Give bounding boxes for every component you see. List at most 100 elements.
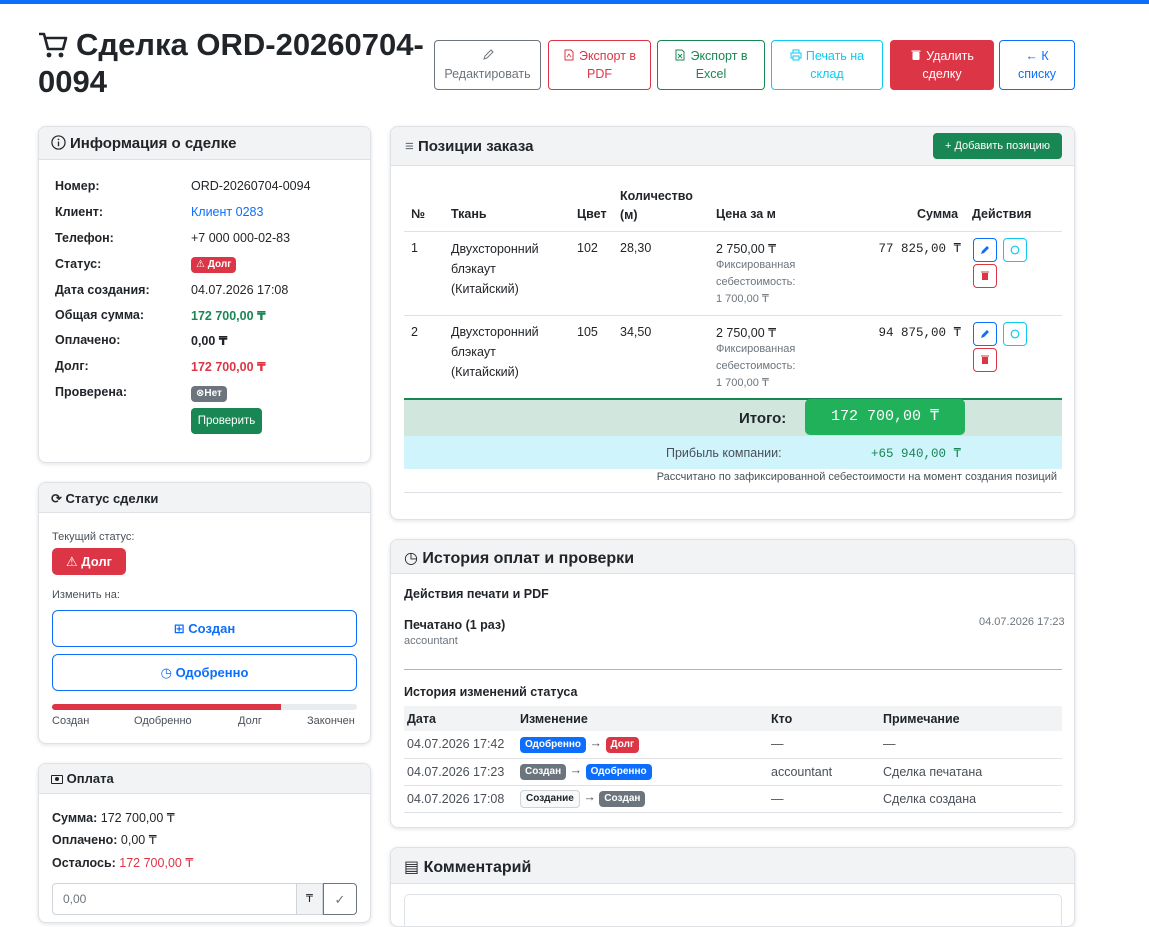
history-note: — (880, 731, 1062, 759)
delete-item-button[interactable] (973, 348, 997, 372)
status-option-approved[interactable]: ◷ Одобренно (52, 654, 357, 691)
top-accent-bar (0, 0, 1149, 4)
number-label: Номер: (55, 179, 100, 193)
export-pdf-button[interactable]: Экспорт в PDF (548, 40, 651, 90)
paid-label: Оплачено: (55, 333, 121, 347)
delete-item-button[interactable] (973, 264, 997, 288)
number-value: ORD-20260704-0094 (191, 179, 311, 193)
payment-left-row: Осталось: 172 700,00 ₸ (52, 855, 193, 870)
history-who: accountant (768, 758, 880, 786)
total-value: 172 700,00 ₸ (191, 309, 266, 323)
arrow-repeat-icon (1010, 245, 1020, 255)
status-progress-fill (52, 704, 281, 710)
chat-icon: ▤ (404, 859, 420, 876)
file-excel-icon (675, 49, 685, 61)
col-who: Кто (768, 706, 880, 731)
verified-badge-text: Нет (204, 388, 222, 399)
currency-addon: ₸ (297, 883, 323, 915)
export-excel-button[interactable]: Экспорт в Excel (657, 40, 765, 90)
from-status-badge: Создание (520, 789, 580, 808)
from-status-badge: Создан (520, 764, 567, 780)
verify-button-label: Проверить (197, 415, 256, 427)
edit-item-button[interactable] (973, 238, 997, 262)
status-history-title: История изменений статуса (404, 685, 578, 699)
list-icon: ≡ (405, 138, 414, 155)
client-label: Клиент: (55, 205, 104, 219)
table-row: 04.07.2026 17:23 Создан → Одобренно acco… (404, 758, 1062, 786)
replace-item-button[interactable] (1003, 322, 1027, 346)
pencil-icon (482, 49, 494, 60)
payment-paid-label: Оплачено: (52, 833, 118, 847)
table-row: 04.07.2026 17:42 Одобренно → Долг — — (404, 731, 1062, 759)
deal-info-card: Информация о сделке Номер: ORD-20260704-… (38, 126, 371, 463)
payment-left-value: 172 700,00 ₸ (119, 856, 194, 870)
verify-button[interactable]: Проверить (191, 408, 262, 434)
table-row: 04.07.2026 17:08 Создание → Создан — Сде… (404, 785, 1062, 813)
payment-submit-button[interactable]: ✓ (323, 883, 357, 915)
pencil-icon (981, 246, 989, 254)
currency-symbol: ₸ (306, 893, 313, 905)
debt-value: 172 700,00 ₸ (191, 360, 266, 374)
profit-value: +65 940,00 ₸ (870, 447, 961, 461)
client-link[interactable]: Клиент 0283 (191, 205, 263, 219)
print-warehouse-button[interactable]: Печать на склад (771, 40, 883, 90)
history-date: 04.07.2026 17:23 (404, 758, 517, 786)
phone-label: Телефон: (55, 231, 114, 245)
phone-value: +7 000 000-02-83 (191, 231, 291, 245)
item-fabric: Двухсторонний блэкаут (Китайский) (451, 242, 539, 296)
paid-value: 0,00 ₸ (191, 334, 228, 348)
status-label: Статус: (55, 257, 102, 271)
col-qty: Количество (м) (620, 189, 693, 222)
replace-item-button[interactable] (1003, 238, 1027, 262)
comment-textarea[interactable] (404, 894, 1062, 926)
history-date: 04.07.2026 17:08 (404, 785, 517, 813)
item-qty: 34,50 (620, 325, 652, 339)
edit-button[interactable]: Редактировать (434, 40, 541, 90)
print-section-title: Действия печати и PDF (404, 587, 549, 601)
verified-badge: ⊗Нет (191, 386, 227, 402)
history-change: Создан → Одобренно (517, 758, 768, 786)
total-label: Общая сумма: (55, 308, 145, 322)
item-cost: 1 700,00 ₸ (716, 377, 769, 389)
current-status-badge: ⚠ Долг (52, 548, 126, 575)
total-label: Итого: (739, 410, 787, 427)
item-price: 2 750,00 ₸ (716, 326, 777, 340)
payment-sum-label: Сумма: (52, 811, 98, 825)
order-items-card: ≡ Позиции заказа + Добавить позицию № Тк… (390, 126, 1075, 520)
add-item-button[interactable]: + Добавить позицию (933, 133, 1062, 159)
order-items-title: Позиции заказа (417, 138, 534, 155)
cash-icon (51, 775, 63, 784)
col-price: Цена за м (716, 207, 776, 221)
clock-history-icon: ◷ (404, 550, 418, 567)
step-approved: Одобренно (134, 715, 192, 727)
col-color: Цвет (577, 207, 607, 221)
edit-item-button[interactable] (973, 322, 997, 346)
trash-icon (981, 271, 989, 280)
step-finished: Закончен (307, 715, 355, 727)
item-qty: 28,30 (620, 241, 652, 255)
status-progress-track (52, 704, 357, 710)
delete-deal-label: Удалить сделку (922, 49, 974, 81)
page-title: Сделка ORD-20260704-0094 (38, 26, 438, 100)
payment-amount-input[interactable]: 0,00 (52, 883, 297, 915)
payment-input-placeholder: 0,00 (63, 892, 87, 906)
deal-status-title: Статус сделки (65, 491, 159, 506)
status-option-created[interactable]: ⊞ Создан (52, 610, 357, 647)
current-status-text: Долг (81, 554, 112, 569)
change-to-label: Изменить на: (52, 589, 120, 601)
pencil-icon (981, 330, 989, 338)
deal-info-header: Информация о сделке (39, 127, 370, 160)
plus-icon: + (944, 140, 952, 152)
back-to-list-button[interactable]: ← К списку (999, 40, 1075, 90)
cart-icon (39, 32, 68, 58)
history-change: Создание → Создан (517, 785, 768, 813)
arrow-repeat-icon (1010, 329, 1020, 339)
total-value-box: 172 700,00 ₸ (805, 399, 965, 435)
col-num: № (411, 207, 425, 221)
from-status-badge: Одобренно (520, 736, 587, 753)
delete-deal-button[interactable]: Удалить сделку (890, 40, 994, 90)
profit-footnote: Рассчитано по зафиксированной себестоимо… (656, 471, 1057, 483)
print-date: 04.07.2026 17:23 (979, 616, 1065, 628)
col-actions: Действия (972, 207, 1032, 221)
item-cost: 1 700,00 ₸ (716, 293, 769, 305)
